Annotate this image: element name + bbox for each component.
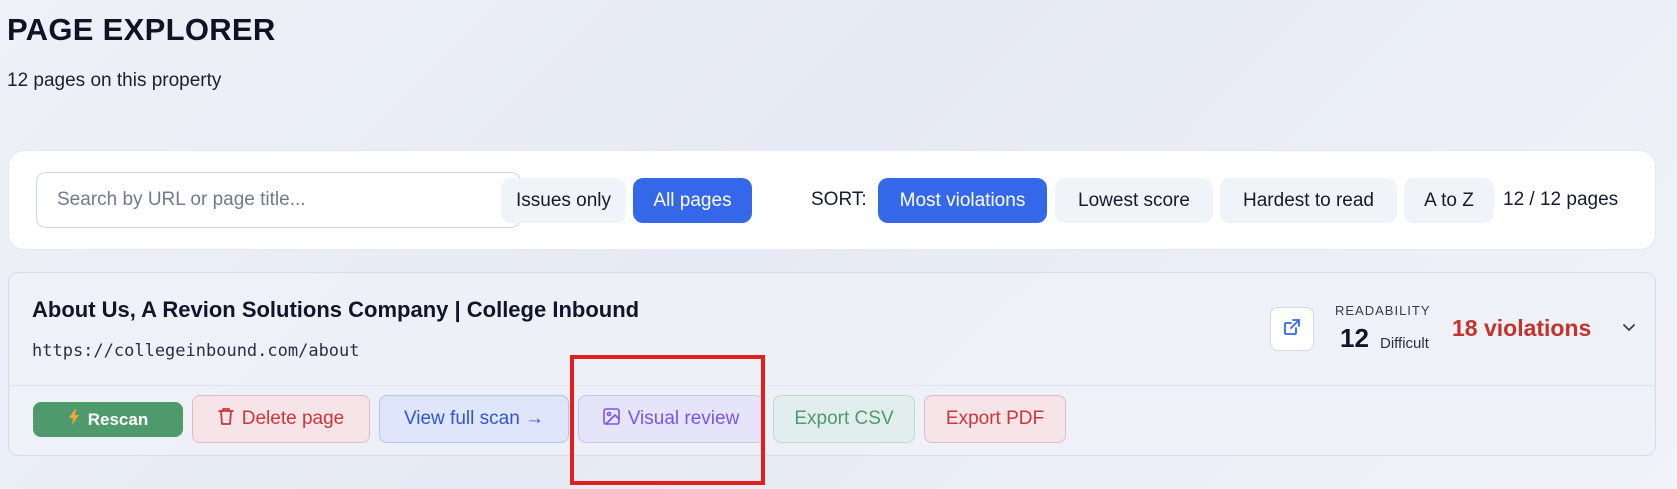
- image-icon: [602, 407, 620, 431]
- page-subtitle: 12 pages on this property: [7, 70, 222, 91]
- readability-label: READABILITY: [1335, 303, 1431, 318]
- filter-toolbar: Issues only All pages SORT: Most violati…: [8, 150, 1656, 250]
- readability-score: 12: [1340, 323, 1369, 353]
- sort-lowest-score[interactable]: Lowest score: [1055, 178, 1213, 223]
- delete-page-label: Delete page: [241, 408, 345, 429]
- sort-hardest-to-read[interactable]: Hardest to read: [1220, 178, 1397, 223]
- violations-count: 18 violations: [1452, 315, 1592, 341]
- visual-review-label: Visual review: [627, 408, 740, 429]
- external-link-icon: [1282, 317, 1302, 342]
- rescan-button[interactable]: Rescan: [33, 402, 183, 437]
- open-external-button[interactable]: [1270, 307, 1314, 351]
- export-pdf-button[interactable]: Export PDF: [924, 395, 1066, 443]
- bolt-icon: [68, 409, 80, 430]
- delete-page-button[interactable]: Delete page: [192, 395, 370, 443]
- page-card-url: https://collegeinbound.com/about: [32, 341, 360, 361]
- sort-label: SORT:: [811, 189, 867, 210]
- page-card-title: About Us, A Revion Solutions Company | C…: [32, 297, 640, 322]
- trash-icon: [217, 407, 234, 431]
- filter-all-pages[interactable]: All pages: [633, 178, 752, 223]
- sort-a-to-z[interactable]: A to Z: [1404, 178, 1494, 223]
- export-csv-button[interactable]: Export CSV: [773, 395, 915, 443]
- view-full-scan-button[interactable]: View full scan →: [379, 395, 569, 443]
- sort-most-violations[interactable]: Most violations: [878, 178, 1047, 223]
- card-divider: [9, 385, 1655, 386]
- search-input[interactable]: [36, 172, 521, 228]
- rescan-label: Rescan: [87, 409, 149, 429]
- filter-issues-only[interactable]: Issues only: [501, 178, 626, 223]
- chevron-down-icon: [1621, 319, 1637, 340]
- expand-toggle[interactable]: [1619, 319, 1639, 339]
- page-title: PAGE EXPLORER: [7, 12, 276, 47]
- page-count: 12 / 12 pages: [1503, 189, 1619, 210]
- visual-review-button[interactable]: Visual review: [578, 395, 764, 443]
- page-card: About Us, A Revion Solutions Company | C…: [8, 272, 1656, 456]
- readability-level: Difficult: [1380, 335, 1429, 352]
